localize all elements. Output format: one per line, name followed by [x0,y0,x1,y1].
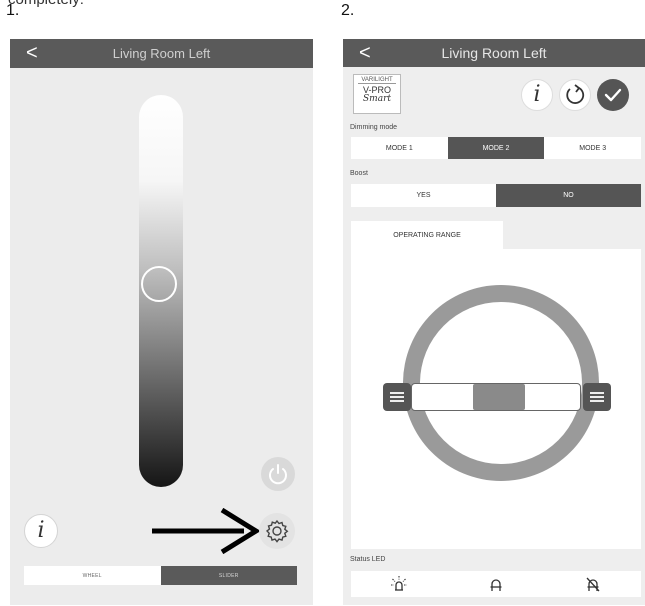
boost-selector: YES NO [351,184,641,207]
screen-1: < Living Room Left i WHEEL SLIDER [10,39,313,605]
brand-logo: VARILIGHT V-PRO Smart [353,74,401,114]
operating-range-panel [351,249,641,549]
mode-3-option[interactable]: MODE 3 [544,137,642,159]
boost-no-option[interactable]: NO [496,184,641,207]
brightness-slider-thumb[interactable] [141,265,177,302]
info-button[interactable]: i [521,79,553,111]
bulb-on-icon [391,576,408,591]
screen-2: < Living Room Left VARILIGHT V-PRO Smart… [343,39,645,605]
confirm-button[interactable] [597,79,629,111]
dimming-mode-label: Dimming mode [350,124,398,131]
segment-slider[interactable]: SLIDER [160,566,297,585]
status-led-selector [351,571,641,597]
power-button[interactable] [261,457,295,491]
refresh-icon [566,84,585,104]
info-button[interactable]: i [24,514,58,548]
caption-1: 1. [6,2,20,19]
page-title: Living Room Left [441,45,547,61]
range-max-handle[interactable] [583,383,611,411]
header: < Living Room Left [343,39,645,67]
status-led-label: Status LED [350,556,386,563]
header: < Living Room Left [10,39,313,68]
led-normal-option[interactable] [448,571,545,597]
segment-wheel[interactable]: WHEEL [24,566,161,585]
check-icon [604,88,622,102]
range-min-handle[interactable] [383,383,411,411]
settings-button[interactable] [259,513,295,549]
mode-2-option[interactable]: MODE 2 [447,137,545,159]
partial-caption: completely: [8,0,84,8]
bulb-icon [490,579,502,591]
range-fill[interactable] [473,384,525,410]
mode-1-option[interactable]: MODE 1 [351,137,448,159]
boost-label: Boost [350,170,368,177]
tab-operating-range[interactable]: OPERATING RANGE [351,221,503,249]
gear-icon [265,519,289,543]
view-toggle: WHEEL SLIDER [24,566,297,585]
page-title: Living Room Left [112,46,211,61]
bulb-off-icon [586,577,600,592]
refresh-button[interactable] [559,79,591,111]
dimming-mode-selector: MODE 1 MODE 2 MODE 3 [351,137,642,159]
boost-yes-option[interactable]: YES [351,184,496,207]
arrow-right-icon [152,508,261,554]
caption-2: 2. [341,2,355,19]
led-on-option[interactable] [351,571,448,597]
power-icon [269,464,287,485]
led-off-option[interactable] [544,571,641,597]
